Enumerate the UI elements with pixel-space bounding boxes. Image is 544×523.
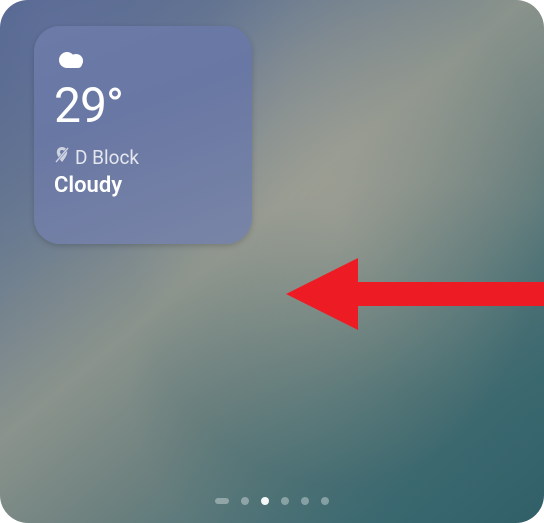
weather-widget[interactable]: 29° D Block Cloudy [34, 26, 252, 244]
location-row: D Block [54, 146, 232, 169]
page-dot[interactable] [241, 497, 249, 505]
page-dot[interactable] [321, 497, 329, 505]
home-screen[interactable]: 29° D Block Cloudy [0, 0, 544, 523]
location-name: D Block [75, 146, 139, 169]
page-dot[interactable] [301, 497, 309, 505]
page-dash[interactable] [215, 498, 229, 504]
annotation-arrow-icon [286, 244, 544, 348]
cloud-icon [54, 48, 232, 76]
page-indicator[interactable] [0, 497, 544, 505]
temperature-value: 29° [54, 82, 232, 130]
page-dot[interactable] [281, 497, 289, 505]
location-off-icon [54, 146, 70, 169]
page-dot-active[interactable] [261, 497, 269, 505]
weather-condition: Cloudy [54, 173, 232, 198]
